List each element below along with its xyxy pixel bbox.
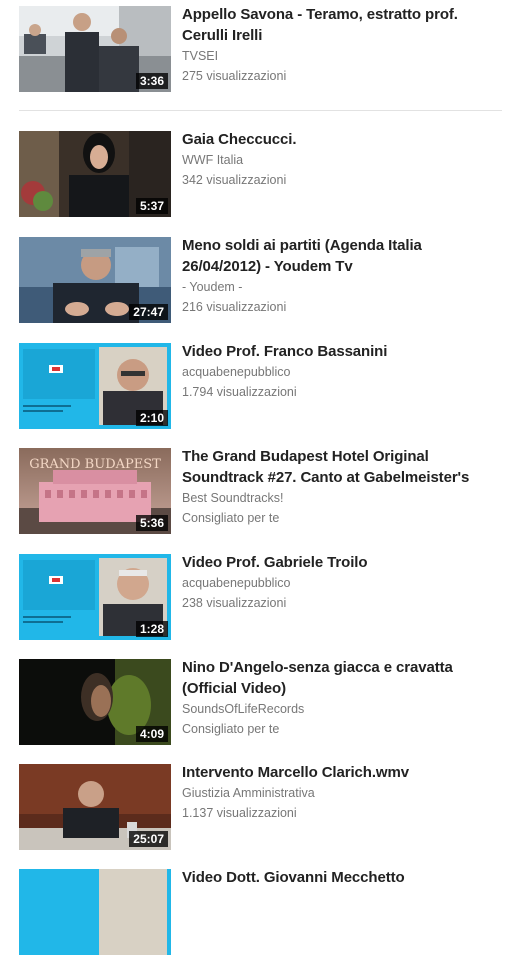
video-thumbnail[interactable]: GRAND BUDAPEST 5:36: [19, 448, 171, 534]
video-thumbnail[interactable]: 25:07: [19, 764, 171, 850]
thumbnail-hotel-title: GRAND BUDAPEST: [29, 457, 161, 472]
video-item-3[interactable]: 27:47 Meno soldi ai partiti (Agenda Ital…: [0, 237, 510, 327]
video-item-4[interactable]: 2:10 Video Prof. Franco Bassanini acquab…: [0, 343, 510, 433]
section-divider: [19, 110, 502, 111]
video-thumbnail[interactable]: 4:09: [19, 659, 171, 745]
channel-name[interactable]: WWF Italia: [182, 150, 502, 170]
duration-badge: 27:47: [129, 304, 168, 320]
video-title[interactable]: Appello Savona - Teramo, estratto prof. …: [182, 4, 502, 46]
duration-badge: 3:36: [135, 73, 168, 89]
video-item-9[interactable]: Video Dott. Giovanni Mecchetto: [0, 869, 510, 959]
video-title[interactable]: Intervento Marcello Clarich.wmv: [182, 762, 502, 783]
recommendation-label: Consigliato per te: [182, 722, 280, 736]
acqua-bene-pubblico-thumbnail-image: [19, 869, 171, 955]
video-thumbnail[interactable]: 27:47: [19, 237, 171, 323]
duration-badge: 4:09: [135, 726, 168, 742]
video-thumbnail[interactable]: 2:10: [19, 343, 171, 429]
video-thumbnail[interactable]: 5:37: [19, 131, 171, 217]
video-thumbnail[interactable]: 1:28: [19, 554, 171, 640]
view-count: 275 visualizzazioni: [182, 69, 287, 83]
channel-name[interactable]: Giustizia Amministrativa: [182, 783, 502, 803]
video-item-6[interactable]: 1:28 Video Prof. Gabriele Troilo acquabe…: [0, 554, 510, 644]
duration-badge: 5:36: [135, 515, 168, 531]
video-title[interactable]: Gaia Checcucci.: [182, 129, 502, 150]
duration-badge: 25:07: [129, 831, 168, 847]
video-title[interactable]: Video Prof. Gabriele Troilo: [182, 552, 502, 573]
video-item-8[interactable]: 25:07 Intervento Marcello Clarich.wmv Gi…: [0, 764, 510, 854]
video-item-2[interactable]: 5:37 Gaia Checcucci. WWF Italia 342 visu…: [0, 131, 510, 221]
duration-badge: 1:28: [135, 621, 168, 637]
video-thumbnail[interactable]: 3:36: [19, 6, 171, 92]
channel-name[interactable]: Best Soundtracks!: [182, 488, 502, 508]
video-title[interactable]: The Grand Budapest Hotel Original Soundt…: [182, 446, 502, 488]
video-thumbnail[interactable]: [19, 869, 171, 955]
related-videos-list: 3:36 Appello Savona - Teramo, estratto p…: [0, 0, 510, 955]
channel-name[interactable]: acquabenepubblico: [182, 362, 502, 382]
view-count: 1.137 visualizzazioni: [182, 806, 297, 820]
video-title[interactable]: Video Prof. Franco Bassanini: [182, 341, 502, 362]
view-count: 1.794 visualizzazioni: [182, 385, 297, 399]
video-title[interactable]: Meno soldi ai partiti (Agenda Italia 26/…: [182, 235, 502, 277]
channel-name[interactable]: TVSEI: [182, 46, 502, 66]
video-title[interactable]: Nino D'Angelo-senza giacca e cravatta (O…: [182, 657, 502, 699]
view-count: 216 visualizzazioni: [182, 300, 287, 314]
video-item-7[interactable]: 4:09 Nino D'Angelo-senza giacca e cravat…: [0, 659, 510, 749]
channel-name[interactable]: - Youdem -: [182, 277, 502, 297]
duration-badge: 2:10: [135, 410, 168, 426]
view-count: 238 visualizzazioni: [182, 596, 287, 610]
view-count: 342 visualizzazioni: [182, 173, 287, 187]
video-item-1[interactable]: 3:36 Appello Savona - Teramo, estratto p…: [0, 6, 510, 96]
duration-badge: 5:37: [135, 198, 168, 214]
recommendation-label: Consigliato per te: [182, 511, 280, 525]
channel-name[interactable]: acquabenepubblico: [182, 573, 502, 593]
video-item-5[interactable]: GRAND BUDAPEST 5:36 The Grand Budapest H…: [0, 448, 510, 538]
channel-name[interactable]: SoundsOfLifeRecords: [182, 699, 502, 719]
video-title[interactable]: Video Dott. Giovanni Mecchetto: [182, 867, 502, 888]
